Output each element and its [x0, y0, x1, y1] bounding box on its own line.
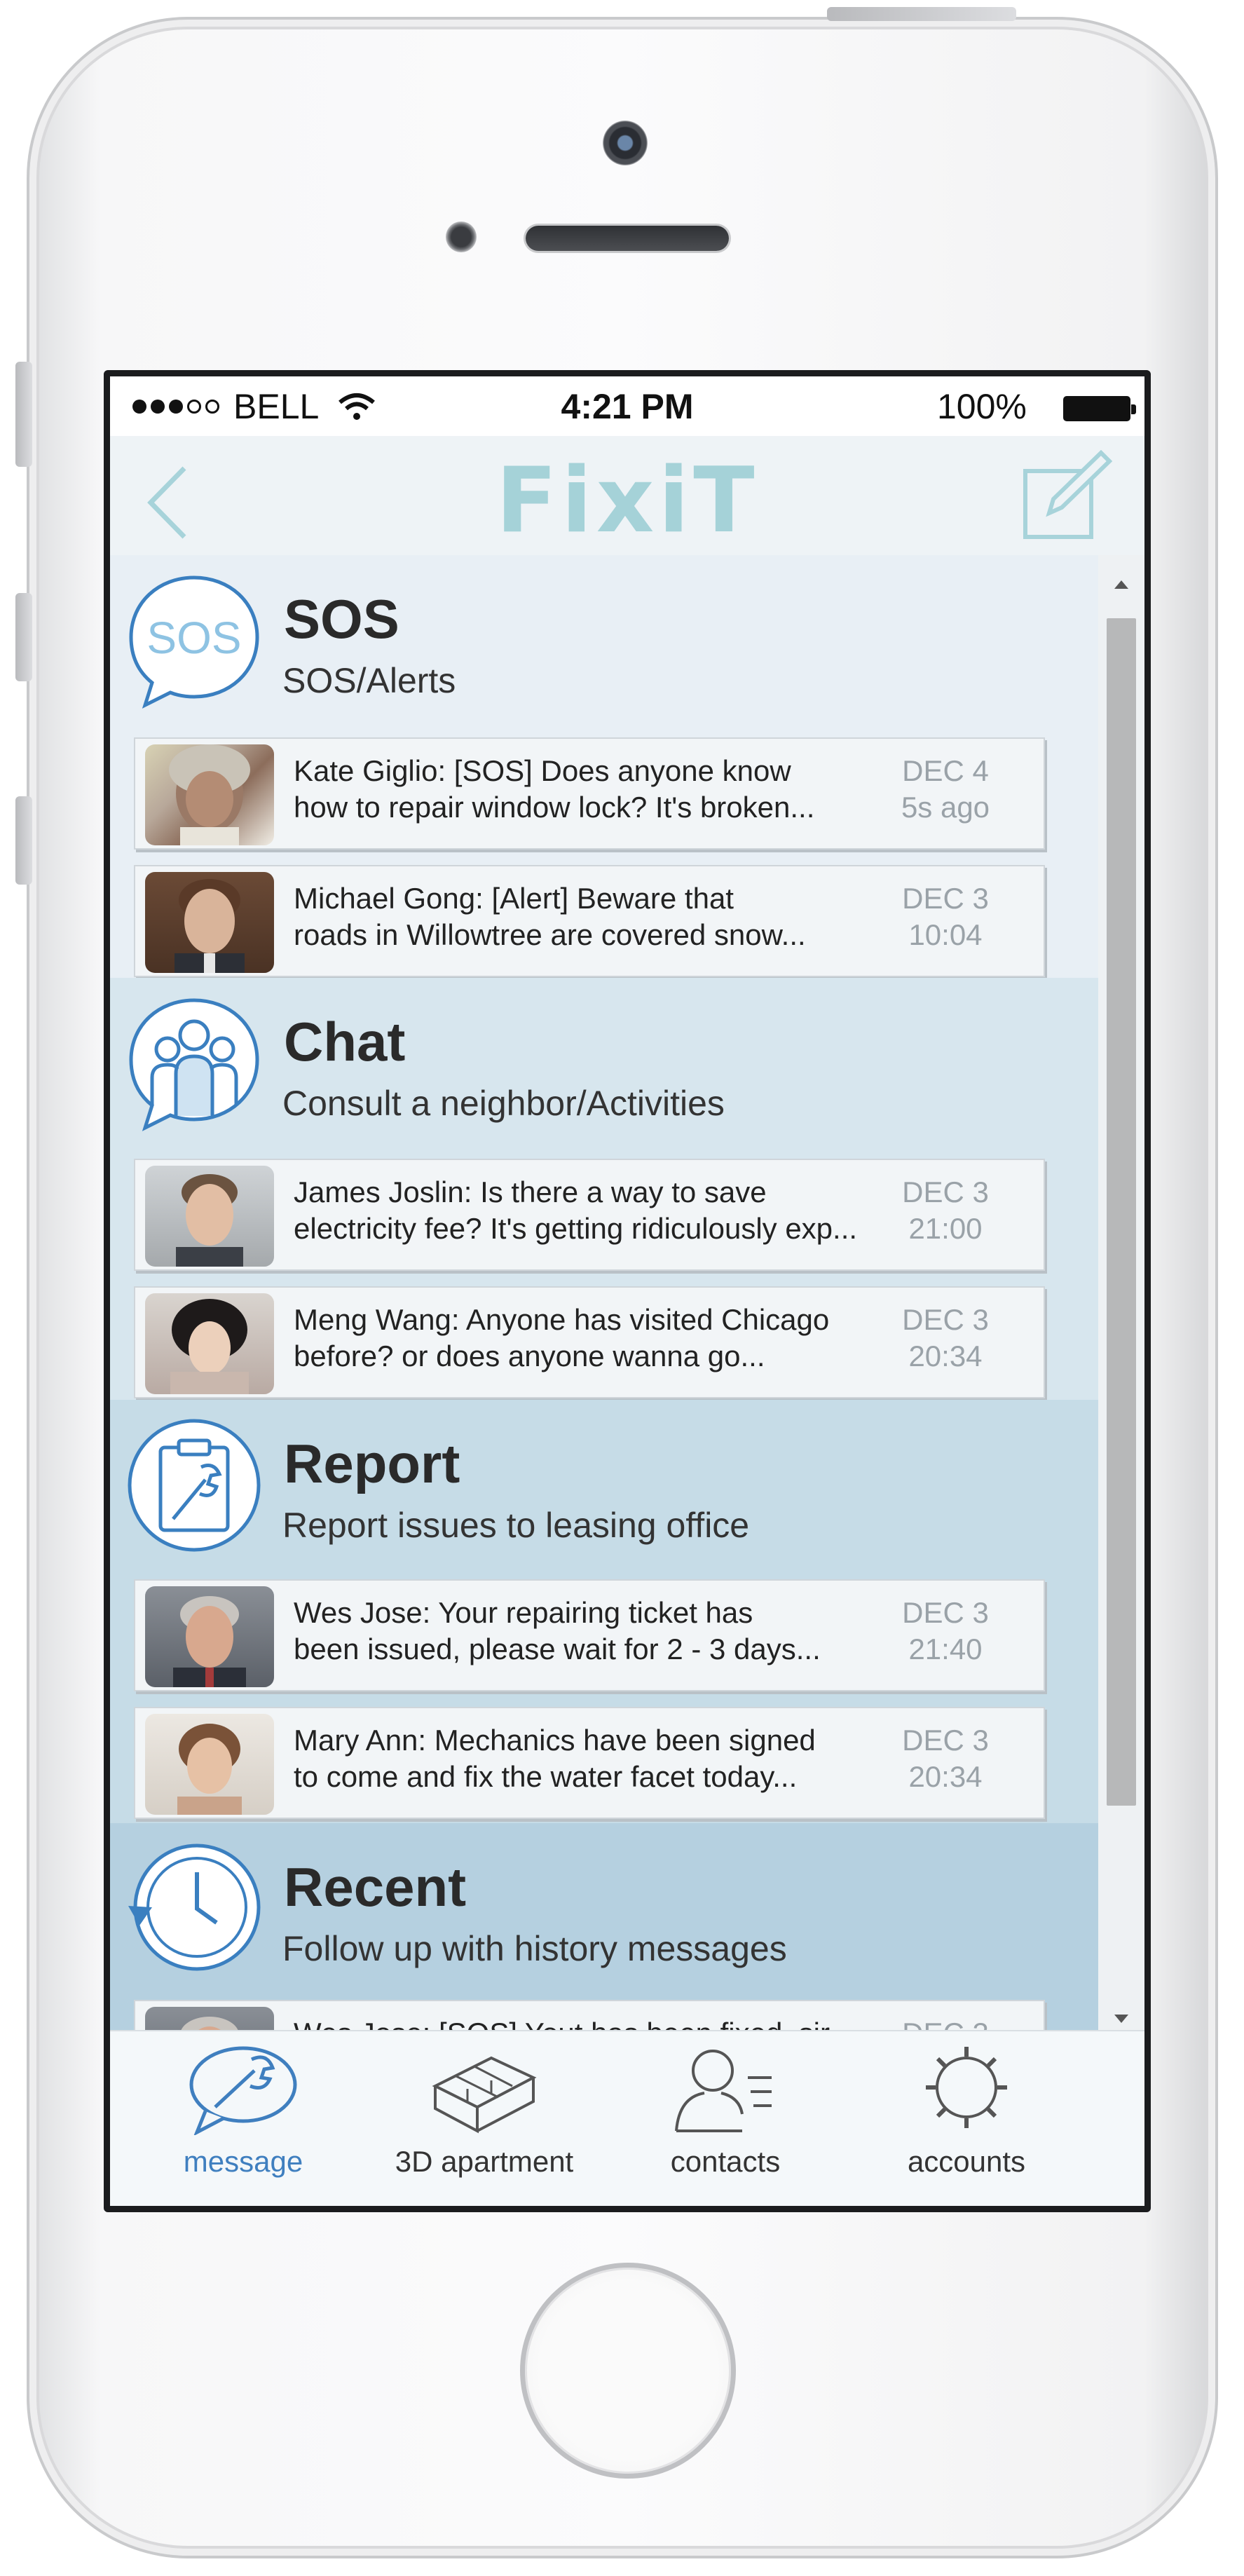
proximity-sensor [446, 222, 477, 252]
silent-switch [15, 362, 32, 467]
status-bar: BELL 4:21 PM 100% [110, 376, 1144, 436]
section-chat[interactable]: Chat Consult a neighbor/Activities James… [110, 978, 1098, 1400]
message-preview: Meng Wang: Anyone has visited Chicago be… [294, 1303, 830, 1372]
front-camera [603, 121, 648, 165]
volume-up-button [15, 593, 32, 681]
tab-label: message [183, 2145, 303, 2178]
tab-label: accounts [907, 2145, 1026, 2178]
sos-icon-text: SOS [146, 613, 241, 663]
screen: BELL 4:21 PM 100% FixiT SOS SOS SOS/Aler… [104, 370, 1151, 2212]
power-button [827, 7, 1016, 21]
message-card[interactable]: Mary Ann: Mechanics have been signed to … [134, 1707, 1045, 1819]
3d-apartment-icon [432, 2056, 537, 2134]
history-clock-icon [128, 1844, 261, 1971]
message-date: DEC 3 20:34 [902, 1724, 989, 1793]
section-report[interactable]: Report Report issues to leasing office W… [110, 1400, 1098, 1823]
message-card[interactable]: Wes Jose: [SOS] Yout has been fixed, sir… [134, 2000, 1045, 2030]
message-preview: Kate Giglio: [SOS] Does anyone know how … [294, 754, 815, 824]
message-date: DEC 3 21:40 [902, 1596, 989, 1665]
scroll-up-arrow-icon[interactable] [1113, 579, 1130, 590]
tab-message[interactable]: message [131, 2031, 355, 2206]
volume-down-button [15, 796, 32, 885]
app-title: FixiT [495, 449, 759, 553]
avatar [145, 1714, 274, 1815]
scroll-down-arrow-icon[interactable] [1113, 2013, 1130, 2024]
message-card[interactable]: Kate Giglio: [SOS] Does anyone know how … [134, 737, 1045, 850]
section-subtitle: Consult a neighbor/Activities [282, 1084, 725, 1123]
battery-icon [1063, 396, 1136, 421]
message-preview: Mary Ann: Mechanics have been signed to … [294, 1724, 816, 1793]
clipboard-wrench-icon [128, 1419, 261, 1552]
avatar [145, 1586, 274, 1687]
tab-3d-apartment[interactable]: 3D apartment [372, 2031, 596, 2206]
message-preview: Wes Jose: [SOS] Yout has been fixed, sir… [294, 2015, 917, 2030]
avatar [145, 2007, 274, 2030]
nav-bar: FixiT [110, 436, 1144, 555]
gear-icon [926, 2047, 1007, 2128]
section-subtitle: Follow up with history messages [282, 1929, 787, 1968]
avatar [145, 744, 274, 845]
app-display: BELL 4:21 PM 100% FixiT SOS SOS SOS/Aler… [110, 376, 1144, 2206]
section-recent[interactable]: Recent Follow up with history messages W… [110, 1823, 1098, 2030]
earpiece-speaker [526, 226, 729, 251]
scroll-thumb[interactable] [1107, 618, 1136, 1806]
tab-accounts[interactable]: accounts [854, 2031, 1079, 2206]
message-date: DEC 3 [889, 2015, 1002, 2030]
compose-icon[interactable] [1021, 450, 1112, 541]
section-title: Recent [284, 1856, 467, 1918]
message-preview: Michael Gong: [Alert] Beware that roads … [294, 882, 806, 951]
message-card[interactable]: Meng Wang: Anyone has visited Chicago be… [134, 1286, 1045, 1398]
message-card[interactable]: Michael Gong: [Alert] Beware that roads … [134, 865, 1045, 977]
message-preview: Wes Jose: Your repairing ticket has been… [294, 1596, 821, 1665]
message-preview: James Joslin: Is there a way to save ele… [294, 1175, 858, 1245]
contacts-icon [675, 2050, 772, 2132]
message-date: DEC 3 21:00 [902, 1175, 989, 1245]
avatar [145, 1293, 274, 1394]
tab-contacts[interactable]: contacts [613, 2031, 838, 2206]
section-title: SOS [284, 588, 399, 650]
scrollbar[interactable] [1098, 555, 1144, 2030]
section-subtitle: Report issues to leasing office [282, 1506, 750, 1545]
tab-bar: message 3D apartment contacts accounts [110, 2030, 1144, 2206]
group-chat-icon [129, 998, 259, 1131]
tab-label: contacts [670, 2145, 781, 2178]
tab-label: 3D apartment [395, 2145, 574, 2178]
sos-bubble-icon: SOS [129, 575, 259, 709]
message-date: DEC 3 10:04 [902, 882, 989, 951]
message-list: SOS SOS SOS/Alerts Kate Giglio: [SOS] Do… [110, 555, 1098, 2030]
home-button[interactable] [520, 2263, 736, 2479]
message-card[interactable]: Wes Jose: Your repairing ticket has been… [134, 1579, 1045, 1691]
message-date: DEC 4 5s ago [901, 754, 990, 824]
section-subtitle: SOS/Alerts [282, 661, 456, 700]
wrench-bubble-icon [189, 2046, 297, 2135]
message-date: DEC 3 20:34 [902, 1303, 989, 1372]
avatar [145, 872, 274, 973]
section-sos[interactable]: SOS SOS SOS/Alerts Kate Giglio: [SOS] Do… [110, 555, 1098, 978]
section-title: Chat [284, 1011, 406, 1072]
avatar [145, 1166, 274, 1267]
message-card[interactable]: James Joslin: Is there a way to save ele… [134, 1159, 1045, 1271]
battery-percentage: 100% [937, 387, 1027, 426]
section-title: Report [284, 1433, 460, 1494]
